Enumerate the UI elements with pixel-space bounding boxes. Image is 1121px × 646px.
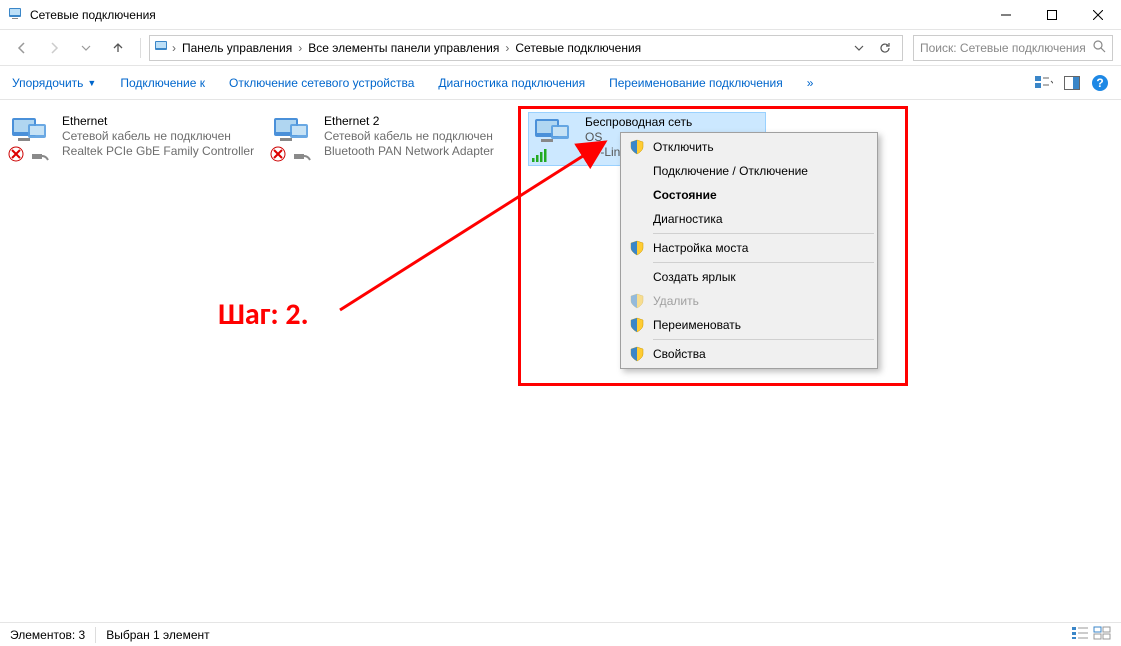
shield-icon: [629, 293, 645, 309]
minimize-button[interactable]: [983, 0, 1029, 30]
chevron-right-icon[interactable]: ›: [172, 41, 176, 55]
separator: [653, 233, 874, 234]
separator: [653, 339, 874, 340]
ctx-disable[interactable]: Отключить: [623, 135, 875, 159]
connection-name: Беспроводная сеть: [585, 115, 692, 130]
app-icon: [8, 5, 24, 24]
wifi-signal-icon: [531, 149, 549, 163]
connection-device: Bluetooth PAN Network Adapter: [324, 144, 494, 159]
address-bar[interactable]: › Панель управления › Все элементы панел…: [149, 35, 903, 61]
organize-menu[interactable]: Упорядочить ▼: [12, 76, 96, 90]
shield-icon: [629, 346, 645, 362]
nav-recent-button[interactable]: [72, 34, 100, 62]
ctx-delete: Удалить: [623, 289, 875, 313]
rename-connection-button[interactable]: Переименование подключения: [609, 76, 783, 90]
connection-item-ethernet-2[interactable]: Ethernet 2 Сетевой кабель не подключен B…: [270, 114, 520, 162]
titlebar: Сетевые подключения: [0, 0, 1121, 30]
shield-icon: [629, 240, 645, 256]
cable-icon: [294, 152, 312, 162]
window-controls: [983, 0, 1121, 30]
connection-status: Сетевой кабель не подключен: [62, 129, 254, 144]
connect-to-button[interactable]: Подключение к: [120, 76, 205, 90]
connection-status: Сетевой кабель не подключен: [324, 129, 494, 144]
search-input[interactable]: Поиск: Сетевые подключения: [913, 35, 1113, 61]
ctx-create-shortcut[interactable]: Создать ярлык: [623, 265, 875, 289]
search-icon: [1093, 40, 1106, 56]
diagnose-connection-button[interactable]: Диагностика подключения: [438, 76, 585, 90]
nav-back-button[interactable]: [8, 34, 36, 62]
window-title: Сетевые подключения: [30, 8, 156, 22]
breadcrumb-network-connections[interactable]: Сетевые подключения: [511, 39, 645, 57]
separator: [653, 262, 874, 263]
search-placeholder: Поиск: Сетевые подключения: [920, 41, 1086, 55]
details-view-button[interactable]: [1071, 626, 1089, 643]
svg-text:?: ?: [1096, 76, 1103, 90]
preview-pane-button[interactable]: [1063, 74, 1081, 92]
cable-icon: [32, 152, 50, 162]
addressbar-icon: [154, 38, 170, 57]
network-adapter-icon: [8, 114, 56, 162]
disable-device-button[interactable]: Отключение сетевого устройства: [229, 76, 414, 90]
maximize-button[interactable]: [1029, 0, 1075, 30]
toolbar-overflow-button[interactable]: »: [807, 76, 814, 90]
chevron-right-icon[interactable]: ›: [505, 41, 509, 55]
disconnected-icon: [8, 146, 24, 162]
navbar: › Панель управления › Все элементы панел…: [0, 30, 1121, 66]
connection-item-ethernet[interactable]: Ethernet Сетевой кабель не подключен Rea…: [8, 114, 258, 162]
address-dropdown-button[interactable]: [846, 36, 872, 60]
view-options-button[interactable]: [1035, 74, 1053, 92]
command-bar: Упорядочить ▼ Подключение к Отключение с…: [0, 66, 1121, 100]
breadcrumb-control-panel[interactable]: Панель управления: [178, 39, 296, 57]
connection-device: Realtek PCIe GbE Family Controller: [62, 144, 254, 159]
refresh-button[interactable]: [872, 36, 898, 60]
breadcrumb-all-items[interactable]: Все элементы панели управления: [304, 39, 503, 57]
connection-name: Ethernet 2: [324, 114, 494, 129]
disconnected-icon: [270, 146, 286, 162]
annotation-label: Шаг: 2.: [218, 296, 309, 333]
help-button[interactable]: ?: [1091, 74, 1109, 92]
nav-up-button[interactable]: [104, 34, 132, 62]
network-adapter-icon: [270, 114, 318, 162]
shield-icon: [629, 317, 645, 333]
ctx-rename[interactable]: Переименовать: [623, 313, 875, 337]
shield-icon: [629, 139, 645, 155]
separator: [140, 38, 141, 58]
status-selection: Выбран 1 элемент: [106, 628, 209, 642]
ctx-properties[interactable]: Свойства: [623, 342, 875, 366]
nav-forward-button[interactable]: [40, 34, 68, 62]
status-item-count: Элементов: 3: [10, 628, 85, 642]
ctx-diagnostics[interactable]: Диагностика: [623, 207, 875, 231]
ctx-connect-disconnect[interactable]: Подключение / Отключение: [623, 159, 875, 183]
context-menu: Отключить Подключение / Отключение Состо…: [620, 132, 878, 369]
status-bar: Элементов: 3 Выбран 1 элемент: [0, 622, 1121, 646]
network-adapter-icon: [531, 115, 579, 163]
content-area[interactable]: Ethernet Сетевой кабель не подключен Rea…: [0, 100, 1121, 622]
close-button[interactable]: [1075, 0, 1121, 30]
connection-name: Ethernet: [62, 114, 254, 129]
chevron-right-icon[interactable]: ›: [298, 41, 302, 55]
ctx-bridge[interactable]: Настройка моста: [623, 236, 875, 260]
ctx-status[interactable]: Состояние: [623, 183, 875, 207]
separator: [95, 627, 96, 643]
large-icons-view-button[interactable]: [1093, 626, 1111, 643]
